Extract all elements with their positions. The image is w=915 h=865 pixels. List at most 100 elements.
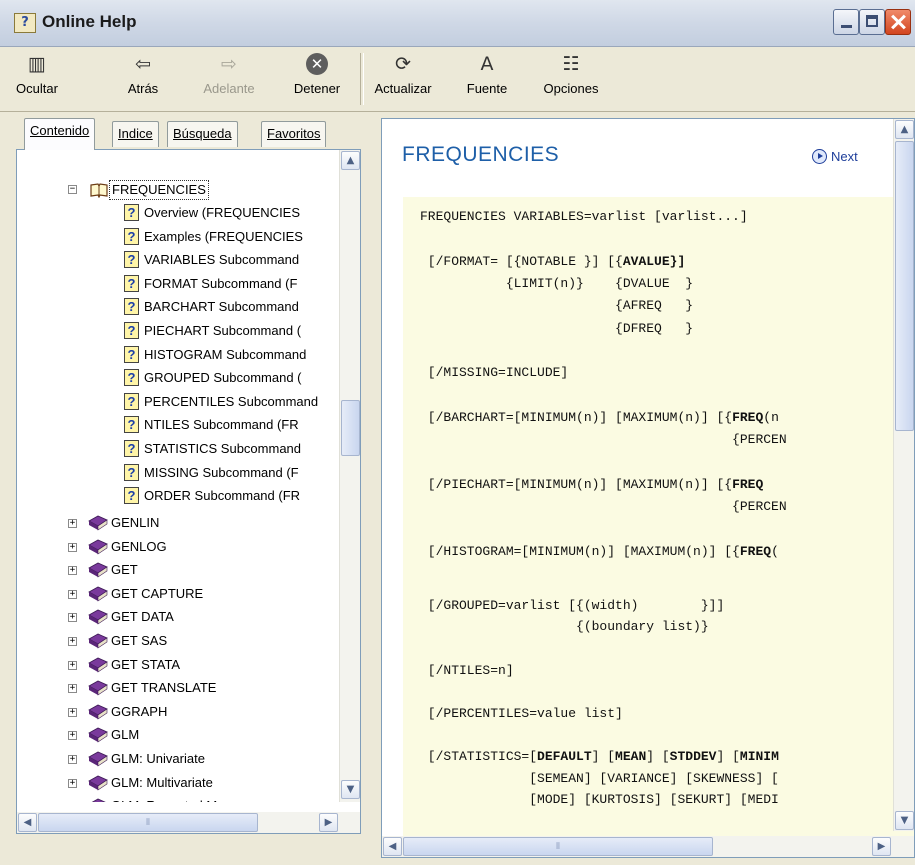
maximize-button[interactable] — [859, 9, 885, 35]
options-icon: ☷ — [562, 53, 580, 75]
topic-horizontal-scrollbar[interactable]: ◀ ⦀ ▶ — [382, 836, 914, 857]
syntax-line: {AFREQ } — [420, 298, 694, 314]
tree-book-item[interactable]: + GGRAPH — [17, 701, 332, 723]
tree-book-frequencies[interactable]: − FREQUENCIES — [17, 179, 317, 201]
tree-book-item[interactable]: + GLM — [17, 724, 332, 746]
back-arrow-icon: ⇦ — [135, 53, 151, 75]
tree-book-label: GENLIN — [111, 515, 160, 530]
tree-page-label: FORMAT Subcommand (F — [144, 275, 298, 291]
tree-page-item[interactable]: ? Examples (FREQUENCIES — [17, 226, 332, 248]
expand-icon[interactable]: + — [68, 660, 77, 670]
tree-book-item[interactable]: + GET DATA — [17, 606, 332, 628]
syntax-line: {PERCEN — [420, 498, 787, 514]
pane-splitter[interactable] — [370, 112, 380, 865]
tree-book-label: GET STATA — [111, 656, 181, 672]
expand-icon[interactable]: + — [68, 707, 77, 717]
topic-pane[interactable]: FREQUENCIES Next FREQUENCIES VARIABLES=v… — [381, 118, 915, 858]
expand-icon[interactable]: + — [68, 731, 77, 741]
syntax-default-keyword: FREQ — [739, 543, 772, 559]
tree-page-item[interactable]: ? FORMAT Subcommand (F — [17, 273, 332, 295]
tree-book-item[interactable]: +GLM: Repeated Measures — [17, 795, 332, 802]
hide-button[interactable]: ▥ Ocultar — [11, 53, 63, 96]
tree-page-item[interactable]: ? VARIABLES Subcommand — [17, 249, 332, 271]
tree-book-item[interactable]: + GLM: Multivariate — [17, 772, 332, 794]
stop-icon: ✕ — [306, 53, 328, 75]
tree-page-item[interactable]: ? STATISTICS Subcommand — [17, 438, 332, 460]
expand-icon[interactable]: + — [68, 637, 77, 646]
minimize-button[interactable] — [833, 9, 859, 35]
tree-page-item[interactable]: ? BARCHART Subcommand — [17, 296, 332, 318]
syntax-line: [/STATISTICS=[DEFAULT] [MEAN] [STDDEV] [… — [420, 749, 779, 764]
tab-index[interactable]: Indice — [112, 121, 159, 147]
scroll-up-button[interactable]: ▲ — [341, 151, 360, 170]
syntax-line: {LIMIT(n)} {DVALUE } — [420, 275, 694, 291]
forward-button[interactable]: ⇨ Adelante — [194, 53, 264, 96]
tree-book-item[interactable]: + GENLIN — [17, 512, 332, 534]
horizontal-scroll-thumb[interactable]: ⦀ — [38, 813, 258, 832]
tree-book-label: GET DATA — [111, 609, 174, 625]
tab-favorites[interactable]: Favoritos — [261, 121, 327, 147]
tree-book-item[interactable]: + GENLOG — [17, 536, 332, 558]
navigation-tabs: Contenido Indice Búsqueda Favoritos — [16, 118, 361, 150]
expand-icon[interactable]: + — [68, 778, 77, 788]
stop-button[interactable]: ✕ Detener — [286, 53, 348, 96]
help-page-icon: ? — [124, 345, 139, 363]
expand-icon[interactable]: + — [68, 566, 77, 576]
scroll-thumb[interactable] — [895, 141, 914, 431]
window-titlebar[interactable]: ? Online Help — [0, 0, 915, 47]
tree-book-item[interactable]: + GLM: Univariate — [17, 748, 332, 770]
scroll-left-button[interactable]: ◀ — [18, 813, 37, 832]
contents-tree[interactable]: − FREQUENCIES ? Overview (FREQUENCIES? Exa… — [16, 149, 361, 834]
tree-book-item[interactable]: + GET STATA — [17, 654, 332, 676]
syntax-line: [/PERCENTILES=value list] — [420, 705, 623, 721]
tree-horizontal-scrollbar[interactable]: ◀ ⦀ ▶ — [17, 812, 360, 833]
back-button[interactable]: ⇦ Atrás — [120, 53, 166, 96]
help-page-icon: ? — [124, 463, 139, 481]
topic-vertical-scrollbar[interactable]: ▲ ▼ — [893, 119, 914, 831]
tree-book-label: GENLOG — [111, 538, 167, 554]
scroll-left-button[interactable]: ◀ — [383, 837, 402, 856]
horizontal-scroll-thumb[interactable]: ⦀ — [403, 837, 713, 856]
scroll-right-button[interactable]: ▶ — [319, 813, 338, 832]
tree-page-label: Examples (FREQUENCIES — [144, 228, 303, 244]
scroll-right-button[interactable]: ▶ — [872, 837, 891, 856]
expand-icon[interactable]: + — [68, 519, 77, 528]
syntax-line: [MODE] [KURTOSIS] [SEKURT] [MEDI — [420, 792, 779, 808]
syntax-default-keyword: STDDEV — [669, 749, 717, 764]
tab-contents[interactable]: Contenido — [24, 118, 96, 150]
closed-book-icon — [88, 727, 108, 743]
scroll-down-button[interactable]: ▼ — [895, 811, 914, 830]
tab-search[interactable]: Búsqueda — [167, 121, 238, 147]
tree-book-item[interactable]: + GET CAPTURE — [17, 583, 332, 605]
tree-page-item[interactable]: ? HISTOGRAM Subcommand — [17, 344, 332, 366]
tree-page-item[interactable]: ? ORDER Subcommand (FR — [17, 485, 332, 507]
refresh-icon: ⟳ — [395, 53, 411, 75]
tree-page-item[interactable]: ? Overview (FREQUENCIES — [17, 202, 332, 224]
tree-page-item[interactable]: ? NTILES Subcommand (FR — [17, 414, 332, 436]
tree-page-item[interactable]: ? PERCENTILES Subcommand — [17, 391, 332, 413]
expand-icon[interactable]: + — [68, 542, 77, 552]
tree-book-item[interactable]: + GET SAS — [17, 630, 332, 652]
scroll-up-button[interactable]: ▲ — [895, 120, 914, 139]
expand-icon[interactable]: + — [68, 613, 77, 623]
tree-book-item[interactable]: + GET — [17, 559, 332, 581]
close-button[interactable] — [885, 9, 911, 35]
scroll-thumb[interactable] — [341, 400, 360, 456]
tree-book-label: GGRAPH — [111, 703, 168, 719]
help-page-icon: ? — [124, 392, 139, 410]
tree-book-item[interactable]: + GET TRANSLATE — [17, 677, 332, 699]
tree-page-item[interactable]: ? PIECHART Subcommand ( — [17, 320, 332, 342]
font-button[interactable]: A Fuente — [460, 53, 514, 96]
tree-page-item[interactable]: ? GROUPED Subcommand ( — [17, 367, 332, 389]
expand-icon[interactable]: + — [68, 755, 77, 764]
tree-book-label: GET CAPTURE — [111, 585, 204, 601]
syntax-default-keyword: FREQ — [732, 409, 764, 425]
scroll-down-button[interactable]: ▼ — [341, 780, 360, 799]
options-button[interactable]: ☷ Opciones — [538, 53, 604, 96]
expand-icon[interactable]: + — [68, 589, 77, 599]
next-link[interactable]: Next — [812, 149, 858, 164]
refresh-button[interactable]: ⟳ Actualizar — [367, 53, 439, 96]
tree-page-item[interactable]: ? MISSING Subcommand (F — [17, 462, 332, 484]
expand-icon[interactable]: + — [68, 684, 77, 694]
tree-vertical-scrollbar[interactable]: ▲ ▼ — [339, 150, 360, 802]
